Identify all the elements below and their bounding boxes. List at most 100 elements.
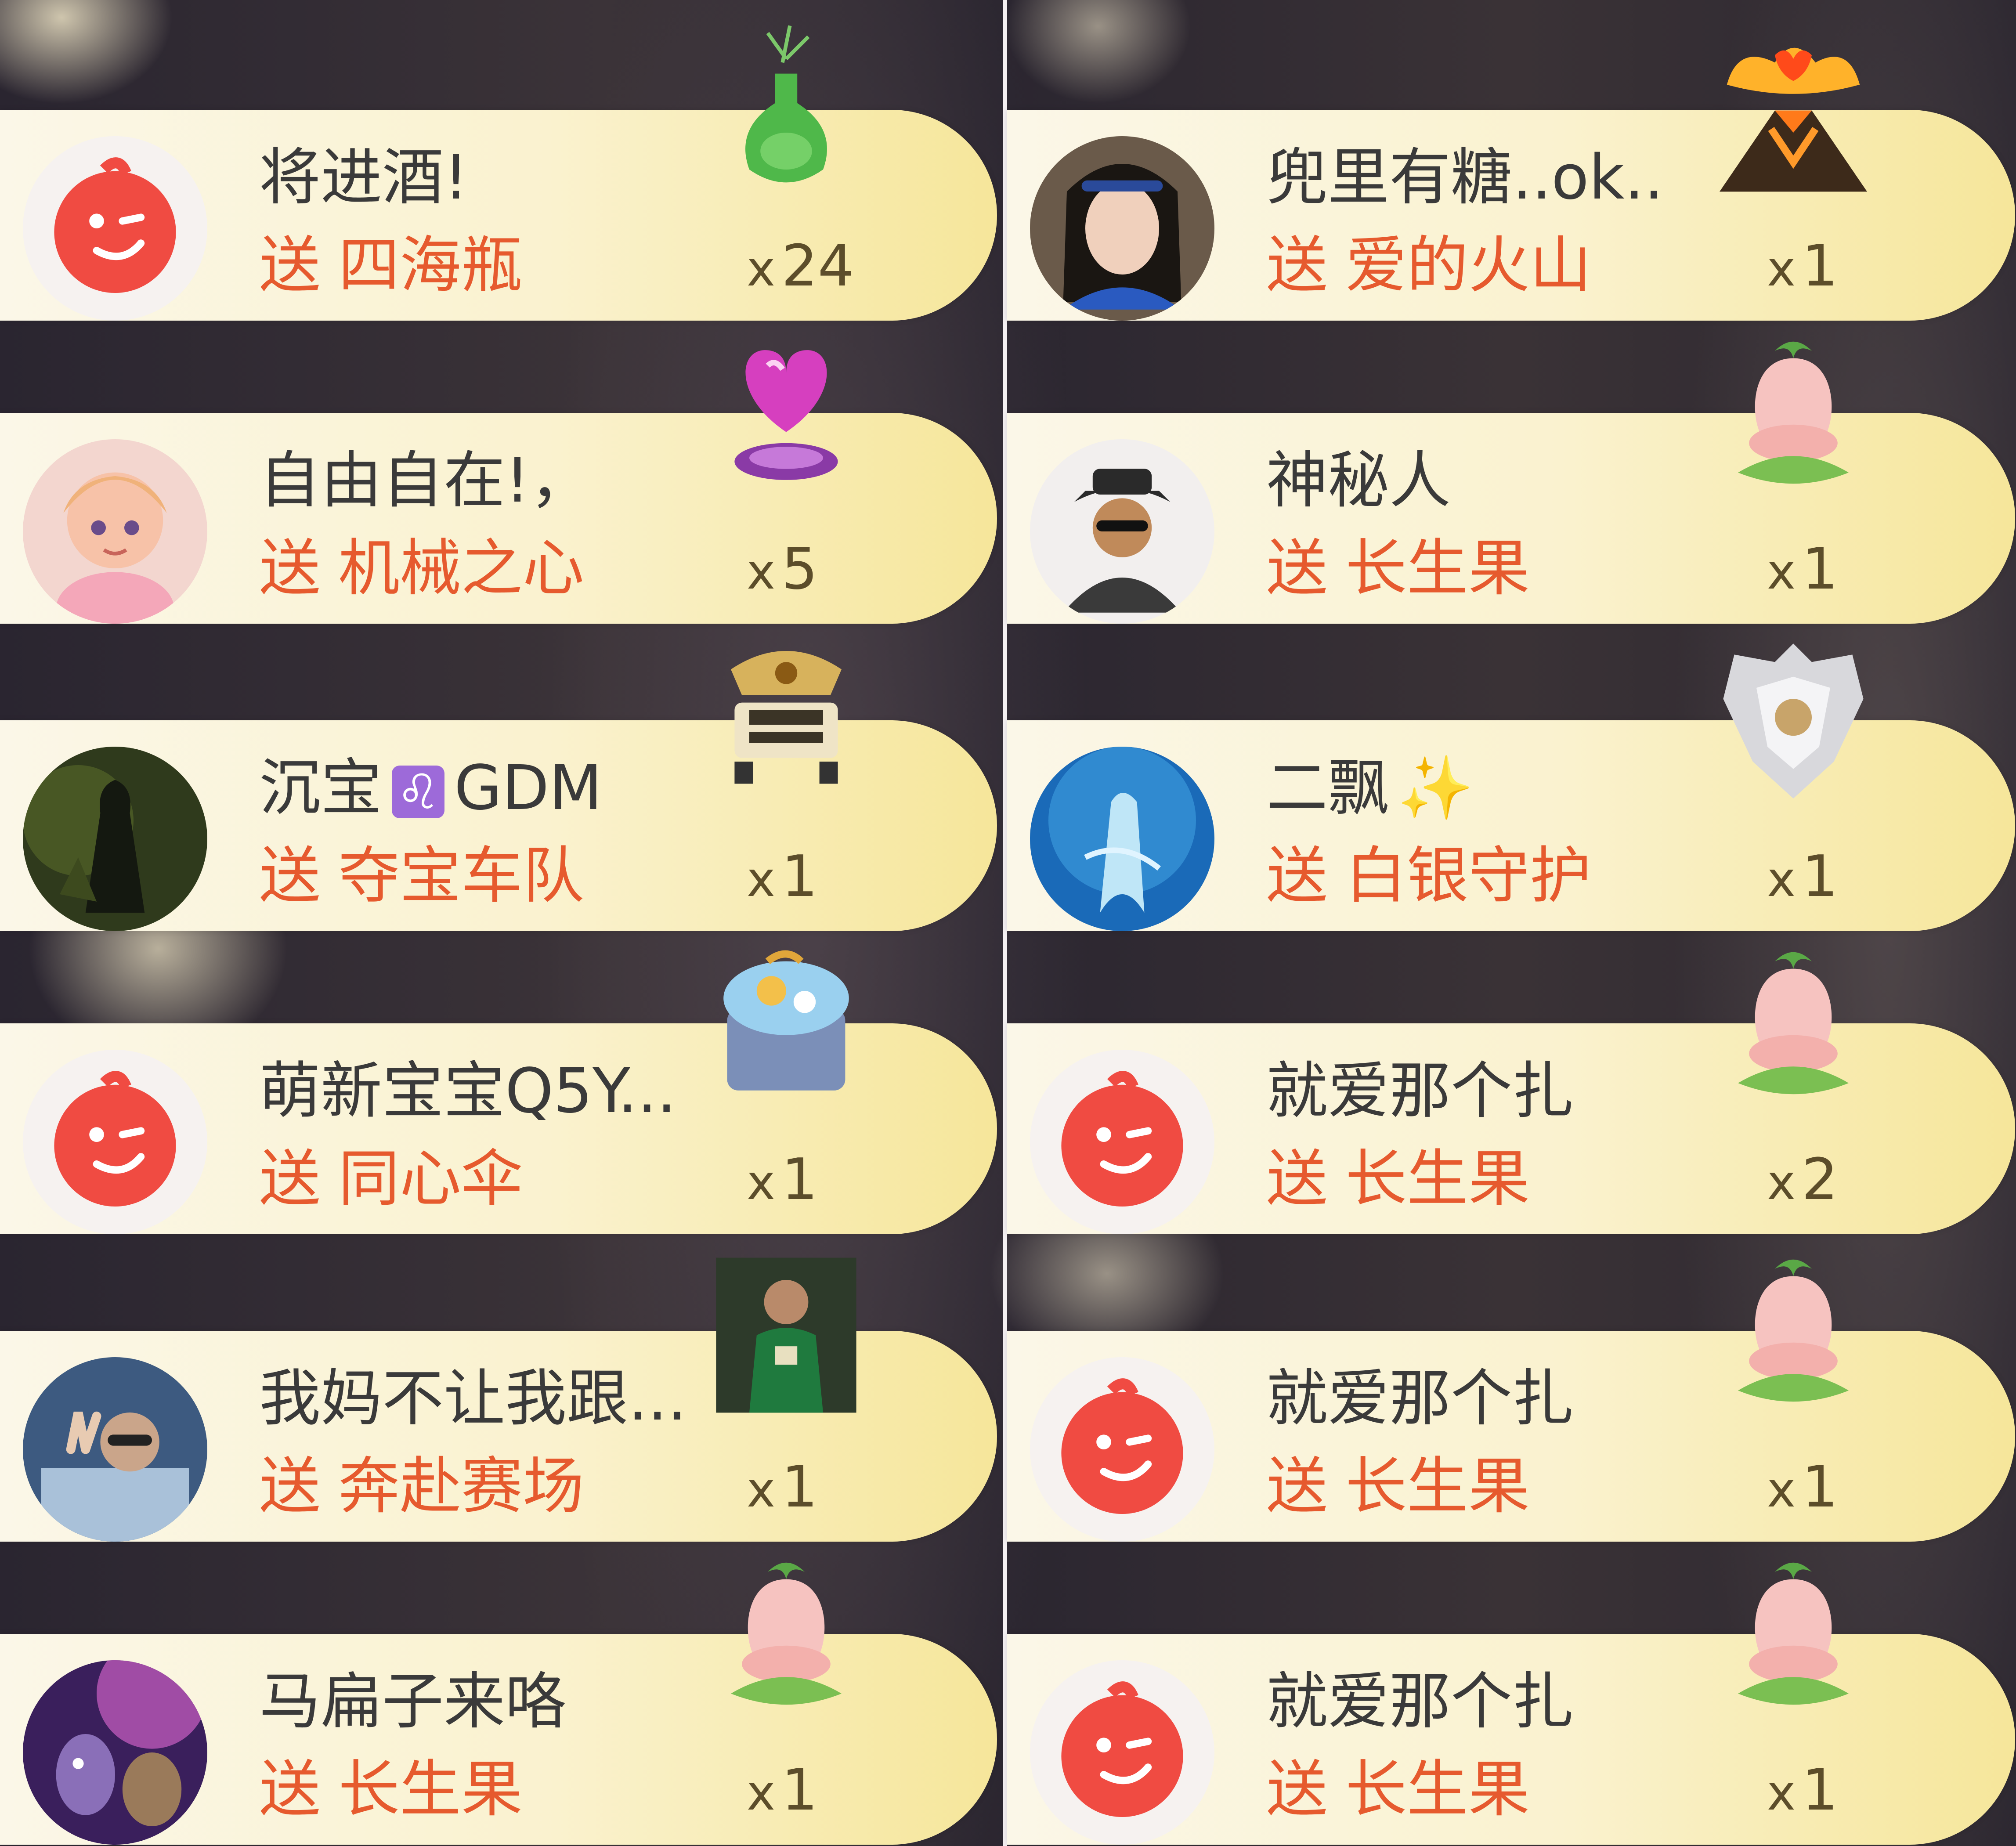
gift-name: 爱的火山 <box>1345 230 1592 301</box>
gift-description: 送四海瓶 <box>259 228 523 303</box>
gift-verb: 送 <box>259 1451 321 1522</box>
gift-name: 长生果 <box>1345 1451 1530 1522</box>
name-suffix: GDM <box>454 752 603 824</box>
gift-message-card[interactable]: 就爱那个扎 送长生果 x1 <box>1007 1562 2015 1845</box>
default-smiley-avatar[interactable] <box>23 1050 207 1234</box>
treasure-jeep-icon <box>694 628 878 821</box>
sender-name: 神秘人 <box>1266 445 1451 517</box>
longevity-fruit-icon <box>694 1542 878 1735</box>
gift-message-card[interactable]: 萌新宝宝Q5Y... 送同心伞 x1 <box>0 950 997 1234</box>
count-value: 1 <box>1802 843 1838 910</box>
gift-count: x1 <box>747 1142 818 1217</box>
count-value: 1 <box>781 1756 818 1823</box>
name-prefix: 沉宝 <box>259 752 383 824</box>
gift-count: x1 <box>1767 839 1838 914</box>
longevity-fruit-icon <box>1701 931 1886 1124</box>
gift-message-card[interactable]: 自由自在!， 送机械之心 x5 <box>0 350 997 624</box>
longevity-fruit-icon <box>1701 1542 1886 1735</box>
gift-verb: 送 <box>259 230 321 301</box>
anime-girl-avatar[interactable] <box>23 439 207 624</box>
gift-message-card[interactable]: 神秘人 送长生果 x1 <box>1007 341 2015 624</box>
gift-name: 长生果 <box>1345 533 1530 604</box>
gift-count: x5 <box>747 531 818 606</box>
car-selfie-avatar[interactable] <box>23 1357 207 1542</box>
sender-name: 就爱那个扎 <box>1266 1666 1574 1738</box>
football-player-icon <box>694 1239 878 1432</box>
dark-warrior-avatar[interactable] <box>23 747 207 931</box>
longevity-fruit-icon <box>1701 321 1886 514</box>
umbrella-island-icon <box>694 931 878 1124</box>
gift-description: 送夺宝车队 <box>259 839 584 914</box>
gift-name: 奔赴赛场 <box>338 1451 585 1522</box>
gift-description: 送长生果 <box>1266 531 1530 606</box>
gift-message-card[interactable]: 将进酒! 送四海瓶 x 24 <box>0 25 997 321</box>
gift-count: x1 <box>1767 1449 1838 1524</box>
love-volcano-icon <box>1701 18 1886 211</box>
gift-verb: 送 <box>1266 840 1328 912</box>
count-value: 1 <box>781 1146 818 1213</box>
count-value: 1 <box>1802 232 1838 299</box>
mystery-man-avatar[interactable] <box>1030 439 1214 624</box>
gift-description: 送白银守护 <box>1266 839 1591 914</box>
gift-message-card[interactable]: 就爱那个扎 送长生果 x1 <box>1007 1259 2015 1542</box>
gift-message-card[interactable]: 马扁子来咯 送长生果 x1 <box>0 1562 997 1845</box>
default-smiley-avatar[interactable] <box>1030 1660 1214 1845</box>
count-prefix: x <box>747 1154 776 1210</box>
count-value: 24 <box>781 232 854 299</box>
gift-verb: 送 <box>259 533 321 604</box>
count-value: 5 <box>781 535 818 602</box>
sender-name: 二飘 ✨ <box>1266 751 1474 826</box>
gift-verb: 送 <box>259 1143 321 1215</box>
gift-message-card[interactable]: 二飘 ✨ 送白银守护 x1 <box>1007 643 2015 931</box>
count-prefix: x <box>1767 1462 1796 1518</box>
silver-shield-icon <box>1701 628 1886 821</box>
gift-name: 四海瓶 <box>338 230 523 301</box>
gift-verb: 送 <box>259 1754 321 1825</box>
gift-name: 同心伞 <box>338 1143 523 1215</box>
gift-message-card[interactable]: 兜里有糖..ok.. 送爱的火山 x1 <box>1007 47 2015 321</box>
purple-cartoon-avatar[interactable] <box>23 1660 207 1845</box>
gift-message-card[interactable]: 我妈不让我跟... 送奔赴赛场 x1 <box>0 1257 997 1542</box>
gift-description: 送机械之心 <box>259 531 584 606</box>
count-prefix: x <box>747 851 776 907</box>
count-prefix: x <box>1767 1765 1796 1821</box>
leo-zodiac-badge: ♌ <box>392 766 445 819</box>
count-prefix: x <box>747 1462 776 1518</box>
gift-feed-left: 将进酒! 送四海瓶 x 24 自由自在!， 送机械之心 x5 沉宝 ♌ GDM 送夺宝… <box>0 0 1003 1846</box>
sender-name: 萌新宝宝Q5Y... <box>259 1055 676 1127</box>
default-smiley-avatar[interactable] <box>1030 1357 1214 1542</box>
sender-name: 沉宝 ♌ GDM <box>259 751 602 826</box>
gift-name: 机械之心 <box>338 533 585 604</box>
gift-description: 送长生果 <box>1266 1752 1530 1827</box>
name-text: 二飘 <box>1266 752 1390 824</box>
pink-heart-crystal-icon <box>694 321 878 514</box>
count-value: 1 <box>781 1453 818 1520</box>
sender-name: 兜里有糖..ok.. <box>1266 142 1664 213</box>
gift-description: 送长生果 <box>1266 1449 1530 1524</box>
gift-verb: 送 <box>1266 1143 1328 1215</box>
sender-name: 将进酒! <box>259 142 469 213</box>
gift-message-card[interactable]: 沉宝 ♌ GDM 送夺宝车队 x1 <box>0 651 997 931</box>
default-smiley-avatar[interactable] <box>1030 1050 1214 1234</box>
count-prefix: x <box>747 544 776 600</box>
woman-portrait-avatar[interactable] <box>1030 136 1214 321</box>
gift-verb: 送 <box>259 840 321 912</box>
blue-spirit-avatar[interactable] <box>1030 747 1214 931</box>
longevity-fruit-icon <box>1701 1239 1886 1432</box>
gift-description: 送奔赴赛场 <box>259 1449 584 1524</box>
column-divider <box>1003 0 1007 1846</box>
count-value: 2 <box>1802 1146 1838 1213</box>
gift-description: 送长生果 <box>259 1752 523 1827</box>
gift-count: x1 <box>1767 1752 1838 1827</box>
gift-message-card[interactable]: 就爱那个扎 送长生果 x2 <box>1007 952 2015 1234</box>
gift-count: x 24 <box>747 228 854 303</box>
gift-count: x1 <box>747 1449 818 1524</box>
sender-name: 马扁子来咯 <box>259 1666 567 1738</box>
gift-name: 长生果 <box>338 1754 523 1825</box>
gift-name: 长生果 <box>1345 1143 1530 1215</box>
count-prefix: x <box>1767 851 1796 907</box>
green-vase-icon <box>694 18 878 211</box>
count-value: 1 <box>781 843 818 910</box>
default-smiley-avatar[interactable] <box>23 136 207 321</box>
gift-name: 夺宝车队 <box>338 840 585 912</box>
